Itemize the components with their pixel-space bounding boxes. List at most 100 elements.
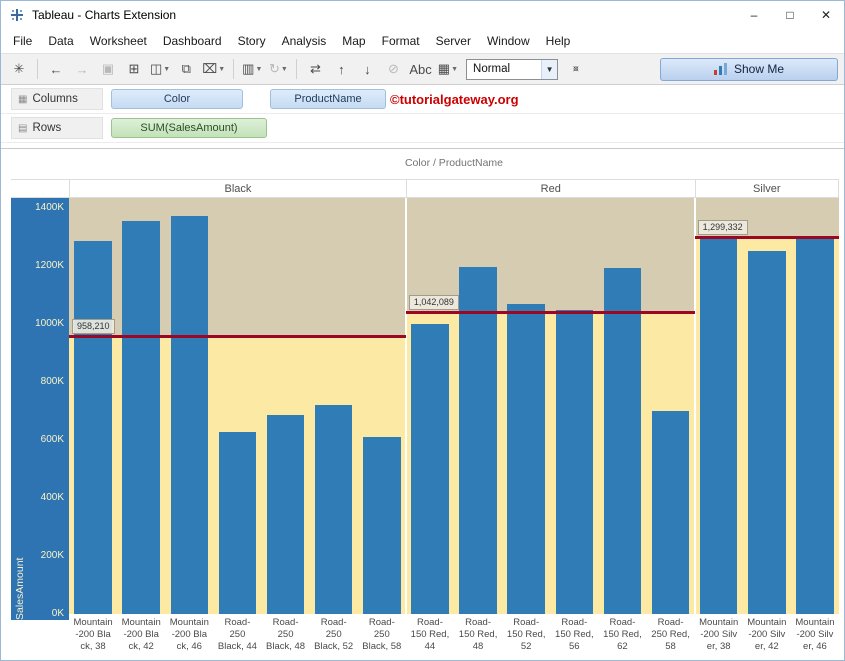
title-bar: Tableau - Charts Extension – □ ✕ xyxy=(1,1,844,29)
duplicate-sheet-button[interactable]: ⧉ xyxy=(174,57,198,81)
bar-mark[interactable] xyxy=(748,251,786,614)
menu-item-format[interactable]: Format xyxy=(374,31,428,51)
show-mark-labels-button[interactable]: Abc xyxy=(407,57,433,81)
bar-mark[interactable] xyxy=(74,241,112,614)
reference-line-label: 1,299,332 xyxy=(698,220,748,235)
columns-shelf-label: ▦ Columns xyxy=(11,88,103,110)
menu-item-data[interactable]: Data xyxy=(40,31,81,51)
new-data-source-button[interactable]: ⊞ xyxy=(122,57,146,81)
columns-shelf-pills: Color ProductName xyxy=(111,89,386,109)
x-axis-label[interactable]: Road-250Black, 44 xyxy=(213,617,261,653)
menu-item-file[interactable]: File xyxy=(5,31,40,51)
reference-line xyxy=(406,311,695,314)
x-axis-label[interactable]: Mountain-200 Silver, 46 xyxy=(791,617,839,653)
menu-bar: FileDataWorksheetDashboardStoryAnalysisM… xyxy=(1,29,844,53)
x-axis-label[interactable]: Mountain-200 Black, 38 xyxy=(69,617,117,653)
bar-mark[interactable] xyxy=(315,405,353,614)
column-header-red[interactable]: Red xyxy=(406,179,695,198)
bar-mark[interactable] xyxy=(700,236,738,614)
dropdown-caret-icon: ▼ xyxy=(281,66,288,73)
pill-color[interactable]: Color xyxy=(111,89,243,109)
rows-shelf[interactable]: ▤ Rows SUM(SalesAmount) xyxy=(1,114,844,143)
swap-rows-columns-button[interactable]: ⇄ xyxy=(303,57,327,81)
fit-dropdown[interactable]: Normal ▼ xyxy=(466,59,558,80)
pill-productname[interactable]: ProductName xyxy=(270,89,386,109)
menu-item-map[interactable]: Map xyxy=(334,31,373,51)
columns-shelf[interactable]: ▦ Columns ColorProductName ©tutorialgate… xyxy=(1,85,844,114)
bar-mark[interactable] xyxy=(122,221,160,614)
tableau-start-icon: ✳ xyxy=(14,61,25,77)
group-members-button[interactable]: ▥▼ xyxy=(240,57,264,81)
x-axis-label[interactable]: Road-150 Red,62 xyxy=(598,617,646,653)
reference-band-above xyxy=(69,198,406,336)
y-tick-label: 0K xyxy=(52,608,64,620)
x-axis-label[interactable]: Road-250Black, 52 xyxy=(310,617,358,653)
column-header-black[interactable]: Black xyxy=(69,179,406,198)
x-axis-label[interactable]: Road-150 Red,44 xyxy=(406,617,454,653)
bar-mark[interactable] xyxy=(556,310,594,614)
redo-button[interactable]: → xyxy=(70,57,94,81)
menu-item-window[interactable]: Window xyxy=(479,31,538,51)
y-axis: SalesAmount 0K200K400K600K800K1000K1200K… xyxy=(11,198,69,620)
x-axis-label[interactable]: Mountain-200 Black, 46 xyxy=(165,617,213,653)
swap-axes-icon: ⇄ xyxy=(310,61,321,77)
y-tick-label: 1000K xyxy=(35,318,64,330)
window-controls: – □ ✕ xyxy=(736,1,844,29)
menu-item-story[interactable]: Story xyxy=(230,31,274,51)
duplicate-icon: ⧉ xyxy=(182,61,191,77)
pane-divider xyxy=(405,198,407,614)
x-axis-label[interactable]: Mountain-200 Silver, 38 xyxy=(695,617,743,653)
menu-item-server[interactable]: Server xyxy=(428,31,479,51)
bar-mark[interactable] xyxy=(507,304,545,614)
rows-shelf-text: Rows xyxy=(32,122,61,134)
x-axis-label[interactable]: Road-250Black, 58 xyxy=(358,617,406,653)
bar-mark[interactable] xyxy=(219,432,257,614)
y-axis-title: SalesAmount xyxy=(14,198,26,620)
bar-mark[interactable] xyxy=(363,437,401,614)
toolbar: ✳←→▣⊞◫▼⧉⌧▼▥▼↻▼⇄↑↓⊘Abc▦▼ Normal ▼ ⌖ Show … xyxy=(1,53,844,85)
pane-headers: BlackRedSilver xyxy=(11,179,839,198)
menu-item-worksheet[interactable]: Worksheet xyxy=(82,31,155,51)
refresh-button[interactable]: ↻▼ xyxy=(266,57,290,81)
y-tick-label: 1400K xyxy=(35,202,64,214)
y-tick-label: 400K xyxy=(41,492,64,504)
new-worksheet-button[interactable]: ◫▼ xyxy=(148,57,172,81)
bar-mark[interactable] xyxy=(652,411,690,614)
bar-mark[interactable] xyxy=(796,238,834,614)
x-axis-label[interactable]: Road-250Black, 48 xyxy=(262,617,310,653)
sort-ascending-button[interactable]: ↑ xyxy=(329,57,353,81)
pill-sumsalesamount[interactable]: SUM(SalesAmount) xyxy=(111,118,267,138)
menu-item-dashboard[interactable]: Dashboard xyxy=(155,31,230,51)
bar-mark[interactable] xyxy=(411,324,449,614)
redo-arrow-icon: → xyxy=(76,62,89,77)
column-header-silver[interactable]: Silver xyxy=(695,179,839,198)
maximize-button[interactable]: □ xyxy=(772,1,808,29)
mark-labels-button[interactable]: ▦▼ xyxy=(436,57,460,81)
minimize-button[interactable]: – xyxy=(736,1,772,29)
x-axis-label[interactable]: Road-250 Red,58 xyxy=(647,617,695,653)
save-button[interactable]: ▣ xyxy=(96,57,120,81)
menu-item-analysis[interactable]: Analysis xyxy=(274,31,335,51)
x-axis-label[interactable]: Road-150 Red,52 xyxy=(502,617,550,653)
bar-mark[interactable] xyxy=(459,267,497,614)
x-axis-label[interactable]: Road-150 Red,48 xyxy=(454,617,502,653)
menu-item-help[interactable]: Help xyxy=(538,31,579,51)
pane-divider xyxy=(694,198,696,614)
show-me-button[interactable]: Show Me xyxy=(660,58,838,81)
close-button[interactable]: ✕ xyxy=(808,1,844,29)
reference-line xyxy=(695,236,839,239)
bar-mark[interactable] xyxy=(604,268,642,614)
x-axis-label[interactable]: Mountain-200 Silver, 42 xyxy=(743,617,791,653)
bar-mark[interactable] xyxy=(267,415,305,614)
pin-button[interactable]: ⌖ xyxy=(564,57,588,81)
undo-button[interactable]: ← xyxy=(44,57,68,81)
x-axis-label[interactable]: Mountain-200 Black, 42 xyxy=(117,617,165,653)
sort-descending-button[interactable]: ↓ xyxy=(355,57,379,81)
x-axis-label[interactable]: Road-150 Red,56 xyxy=(550,617,598,653)
paperclip-icon: ⊘ xyxy=(388,61,399,77)
group-members-icon: ▥ xyxy=(242,61,254,77)
bar-mark[interactable] xyxy=(171,216,209,614)
start-page-button[interactable]: ✳ xyxy=(7,57,31,81)
annotation-button[interactable]: ⊘ xyxy=(381,57,405,81)
clear-sheet-button[interactable]: ⌧▼ xyxy=(200,57,227,81)
